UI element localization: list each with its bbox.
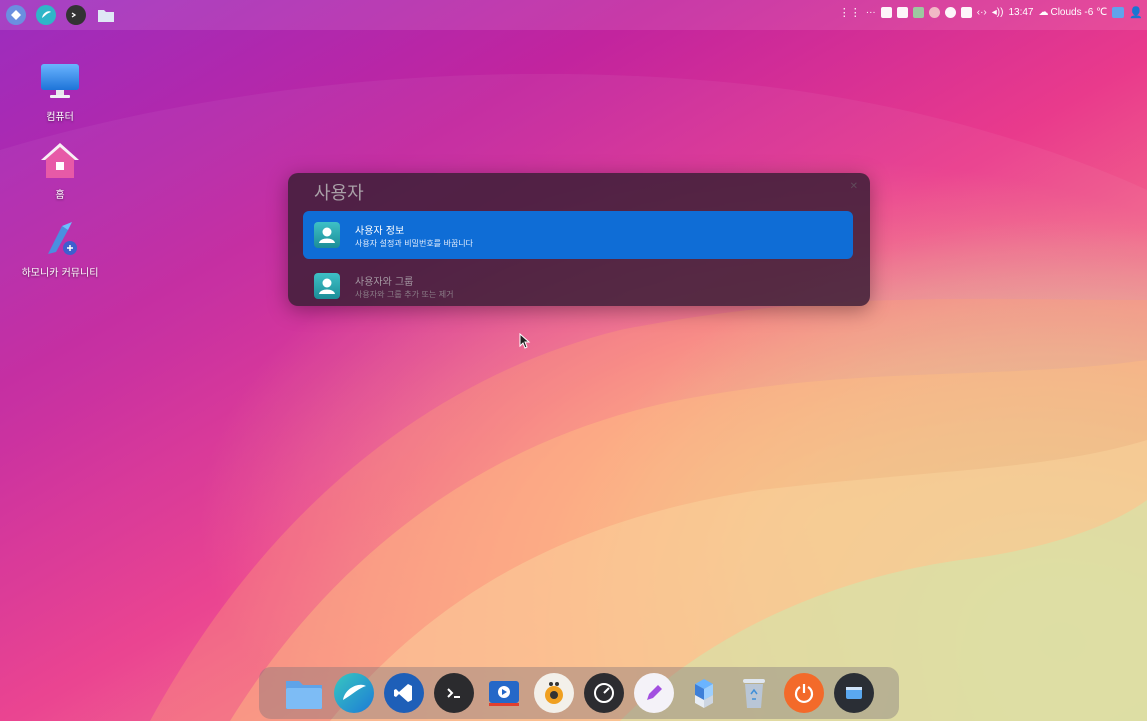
terminal-icon[interactable] (66, 5, 86, 25)
desktop-icon-computer[interactable]: 컴퓨터 (20, 62, 100, 123)
mouse-cursor-icon (519, 333, 531, 349)
wallpaper-waves (0, 73, 1147, 721)
speedometer-icon[interactable] (584, 673, 624, 713)
whale-browser-icon[interactable] (334, 673, 374, 713)
top-panel: ⋮⋮ ··· ‹·› ◂)) 13:47 ☁ Clouds -6 ℃ 👤 (0, 0, 1147, 30)
desktop-icon-label: 하모니카 커뮤니티 (21, 268, 99, 279)
popup-title: 사용자 (314, 183, 364, 204)
browser-icon[interactable] (36, 5, 56, 25)
folder-icon[interactable] (96, 5, 116, 25)
menu-item-name: 사용자 정보 (355, 225, 405, 237)
weather-text: Clouds -6 ℃ (1050, 7, 1108, 18)
trash-icon[interactable] (734, 673, 774, 713)
desktop-icon-community[interactable]: 하모니카 커뮤니티 (20, 218, 100, 279)
monitor-icon[interactable] (912, 7, 924, 18)
users-groups-icon (314, 273, 340, 299)
system-tray: ⋮⋮ ··· ‹·› ◂)) 13:47 ☁ Clouds -6 ℃ 👤 (839, 6, 1143, 19)
home-folder-icon (38, 140, 82, 180)
desktop-icon-label: 컴퓨터 (46, 112, 74, 123)
clipboard-icon[interactable] (880, 7, 892, 18)
desktop-icon-label: 홈 (55, 190, 65, 201)
more-icon[interactable]: ··· (866, 7, 876, 18)
clipboard2-icon[interactable] (896, 7, 908, 18)
shield-icon[interactable] (928, 7, 940, 18)
menu-item-users-groups[interactable]: 사용자와 그룹 사용자와 그룹 추가 또는 제거 (303, 262, 853, 310)
ime-icon[interactable] (960, 7, 972, 18)
desktop-icon[interactable] (1112, 7, 1125, 18)
package-manager-icon[interactable] (684, 673, 724, 713)
app-logo-icon[interactable] (6, 5, 26, 25)
desktop-icon-home[interactable]: 홈 (20, 140, 100, 201)
music-player-icon[interactable] (534, 673, 574, 713)
vscode-icon[interactable] (384, 673, 424, 713)
network-icon[interactable]: ‹·› (977, 7, 987, 18)
volume-icon[interactable]: ◂)) (992, 7, 1004, 18)
terminal-icon[interactable] (434, 673, 474, 713)
menu-item-name: 사용자와 그룹 (355, 276, 414, 288)
computer-icon (38, 62, 82, 102)
user-icon[interactable]: 👤 (1129, 6, 1143, 19)
window-icon[interactable] (834, 673, 874, 713)
community-link-icon (38, 218, 82, 258)
settings-category-popup: 사용자 ✕ 사용자 정보 사용자 설정과 비밀번호를 바꿉니다 사용자와 그룹 … (288, 173, 870, 306)
menu-item-user-info[interactable]: 사용자 정보 사용자 설정과 비밀번호를 바꿉니다 (303, 211, 853, 259)
grid-icon[interactable]: ⋮⋮ (839, 6, 861, 19)
close-icon[interactable]: ✕ (850, 181, 858, 192)
files-icon[interactable] (284, 673, 324, 713)
power-icon[interactable] (784, 673, 824, 713)
user-account-icon (314, 222, 340, 248)
text-editor-icon[interactable] (634, 673, 674, 713)
weather-widget[interactable]: ☁ Clouds -6 ℃ (1038, 7, 1107, 18)
panel-launchers (6, 5, 116, 25)
bluetooth-icon[interactable] (944, 7, 956, 18)
menu-item-desc: 사용자 설정과 비밀번호를 바꿉니다 (355, 238, 474, 248)
screen-recorder-icon[interactable] (484, 673, 524, 713)
clock[interactable]: 13:47 (1008, 7, 1033, 18)
dock (259, 667, 899, 719)
cloud-icon: ☁ (1038, 7, 1049, 18)
menu-item-desc: 사용자와 그룹 추가 또는 제거 (355, 289, 454, 299)
